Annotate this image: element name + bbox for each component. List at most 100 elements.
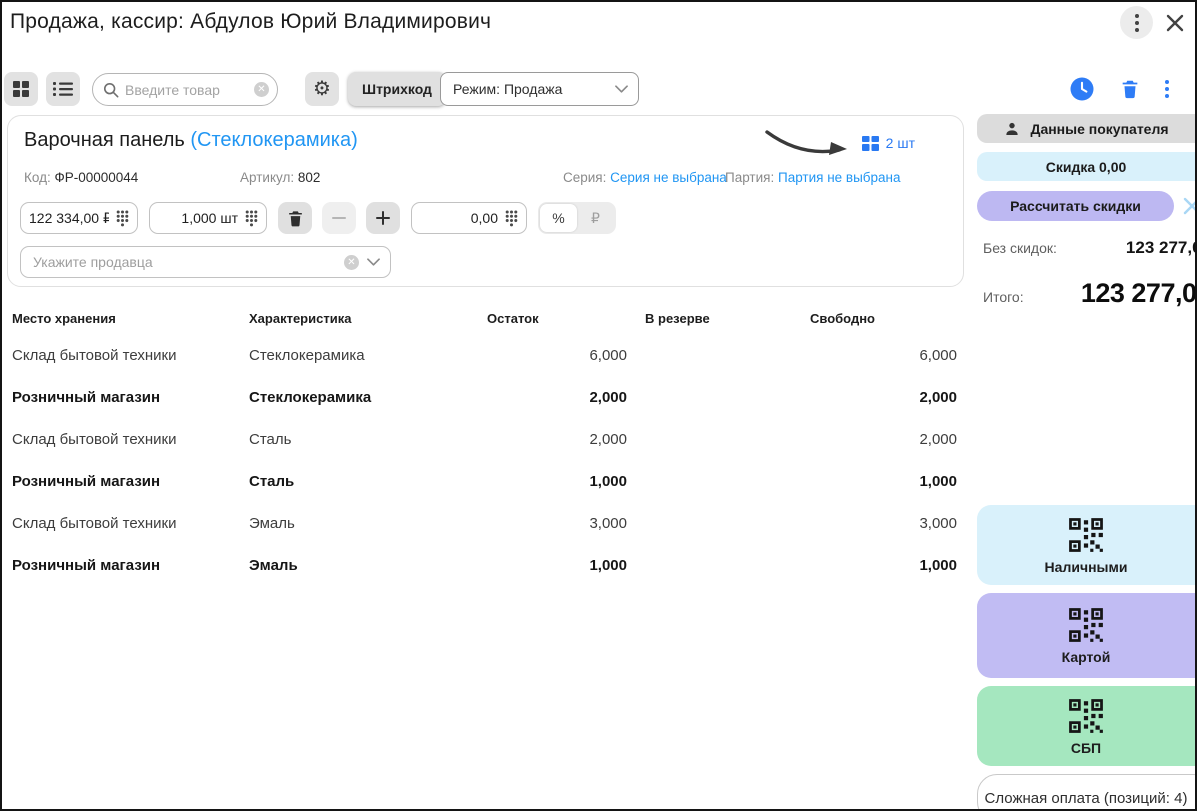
receipt-grid-icon	[861, 135, 879, 151]
cell-characteristic: Эмаль	[249, 556, 298, 574]
barcode-button[interactable]: Штрихкод	[348, 72, 446, 106]
pay-cash-button[interactable]: Наличными	[977, 505, 1195, 585]
total-value: 123 277,00	[1080, 278, 1197, 308]
page-title: Продажа, кассир: Абдулов Юрий Владимиров…	[10, 10, 492, 33]
pay-cash-label: Наличными	[1044, 558, 1128, 575]
clock-icon	[1070, 77, 1094, 101]
clear-receipt-button[interactable]	[1119, 78, 1141, 100]
dialpad-icon[interactable]	[116, 210, 129, 227]
cell-stock: 6,000	[589, 346, 627, 364]
cell-place: Розничный магазин	[12, 388, 161, 406]
discount-button[interactable]: Скидка 0,00	[977, 152, 1195, 181]
col-header: Характеристика	[249, 310, 352, 326]
seller-select[interactable]: Укажите продавца ✕	[20, 246, 391, 278]
col-header: В резерве	[645, 310, 710, 326]
col-header: Остаток	[487, 310, 539, 326]
table-row[interactable]: Склад бытовой техники Эмаль 3,000 3,000	[2, 502, 964, 544]
product-search: ✕	[92, 73, 278, 106]
more-actions-button[interactable]	[1165, 80, 1169, 98]
minus-icon	[332, 217, 346, 219]
price-field-wrap	[20, 202, 138, 234]
dialpad-icon[interactable]	[245, 210, 258, 227]
window-menu-button[interactable]	[1120, 6, 1153, 39]
trash-icon	[1119, 78, 1141, 100]
product-name: Варочная панель	[24, 129, 185, 151]
cell-stock: 3,000	[589, 514, 627, 532]
batch-label: Партия:	[725, 170, 775, 185]
no-discount-value: 123 277,00	[1125, 238, 1195, 257]
product-variant-link[interactable]: (Стеклокерамика)	[190, 129, 357, 151]
code-label: Код:	[24, 170, 51, 185]
series-link[interactable]: Серия не выбрана	[610, 170, 727, 185]
cell-free: 2,000	[919, 388, 957, 406]
pay-sbp-button[interactable]: СБП	[977, 686, 1195, 766]
close-icon	[1183, 197, 1195, 215]
table-row[interactable]: Розничный магазин Стеклокерамика 2,000 2…	[2, 376, 964, 418]
discount-field-wrap	[411, 202, 527, 234]
checkout-sidebar: Данные покупателя Скидка 0,00 Рассчитать…	[977, 114, 1197, 809]
grid-view-button[interactable]	[4, 72, 38, 106]
titlebar: Продажа, кассир: Абдулов Юрий Владимиров…	[2, 2, 1195, 50]
close-icon	[1166, 14, 1183, 31]
list-view-button[interactable]	[46, 72, 80, 106]
pay-card-button[interactable]: Картой	[977, 593, 1195, 678]
pay-card-label: Картой	[1061, 649, 1111, 665]
table-row[interactable]: Склад бытовой техники Стеклокерамика 6,0…	[2, 334, 964, 376]
pay-sbp-label: СБП	[1070, 739, 1102, 756]
search-icon	[103, 82, 119, 97]
qr-code-icon	[1067, 697, 1105, 735]
cell-free: 3,000	[919, 514, 957, 532]
batch-link[interactable]: Партия не выбрана	[778, 170, 901, 185]
cell-characteristic: Стеклокерамика	[249, 346, 365, 364]
cell-characteristic: Эмаль	[249, 514, 295, 532]
search-input[interactable]	[125, 81, 248, 98]
dialpad-icon[interactable]	[505, 210, 518, 227]
article-label: Артикул:	[240, 170, 295, 185]
ruble-toggle[interactable]: ₽	[577, 204, 614, 232]
product-meta: Код: ФР-00000044 Артикул: 802 Серия: Сер…	[8, 170, 963, 188]
toolbar-right-actions	[1069, 76, 1169, 102]
stock-table: Место хранения Характеристика Остаток В …	[2, 302, 964, 586]
mode-select[interactable]: Режим: Продажа	[440, 72, 639, 106]
increase-qty-button[interactable]	[366, 202, 400, 234]
quantity-input[interactable]	[158, 210, 238, 226]
calc-discounts-button[interactable]: Рассчитать скидки	[977, 191, 1174, 221]
cell-place: Розничный магазин	[12, 472, 161, 490]
no-discount-label: Без скидок:	[983, 240, 1057, 256]
price-input[interactable]	[29, 210, 109, 226]
percent-toggle[interactable]: %	[540, 204, 577, 232]
seller-placeholder: Укажите продавца	[33, 254, 153, 270]
discount-unit-toggle: % ₽	[538, 202, 616, 234]
col-header: Свободно	[810, 310, 875, 326]
discount-input[interactable]	[420, 210, 498, 226]
cell-stock: 1,000	[589, 472, 627, 490]
toolbar: ✕ ⚙ Штрихкод Режим: Продажа	[2, 72, 1195, 108]
decrease-qty-button[interactable]	[322, 202, 356, 234]
no-discount-row: Без скидок: 123 277,00	[977, 238, 1195, 258]
kebab-icon	[1165, 80, 1169, 98]
customer-data-button[interactable]: Данные покупателя	[977, 114, 1195, 143]
search-clear-icon[interactable]: ✕	[254, 82, 269, 97]
cell-free: 6,000	[919, 346, 957, 364]
qr-code-icon	[1067, 606, 1105, 644]
history-button[interactable]	[1069, 76, 1095, 102]
cell-stock: 2,000	[589, 388, 627, 406]
receipt-qty-badge[interactable]: 2 шт	[861, 135, 915, 151]
table-row[interactable]: Розничный магазин Сталь 1,000 1,000	[2, 460, 964, 502]
cell-place: Склад бытовой техники	[12, 346, 177, 364]
trash-icon	[286, 209, 305, 228]
calc-discounts-row: Рассчитать скидки	[977, 191, 1195, 221]
table-row[interactable]: Склад бытовой техники Сталь 2,000 2,000	[2, 418, 964, 460]
grid-view-icon	[13, 81, 29, 97]
complex-payment-button[interactable]: Сложная оплата (позиций: 4)	[977, 774, 1195, 809]
cancel-discounts-button[interactable]	[1181, 195, 1195, 217]
table-row[interactable]: Розничный магазин Эмаль 1,000 1,000	[2, 544, 964, 586]
cell-stock: 2,000	[589, 430, 627, 448]
cell-characteristic: Сталь	[249, 472, 295, 490]
annotation-arrow	[765, 130, 847, 155]
seller-clear-icon[interactable]: ✕	[344, 254, 359, 270]
settings-button[interactable]: ⚙	[305, 72, 339, 106]
window-close-button[interactable]	[1158, 6, 1191, 39]
payment-buttons: Наличными Картой СБП Сложная оплата (поз…	[977, 505, 1195, 809]
delete-position-button[interactable]	[278, 202, 312, 234]
